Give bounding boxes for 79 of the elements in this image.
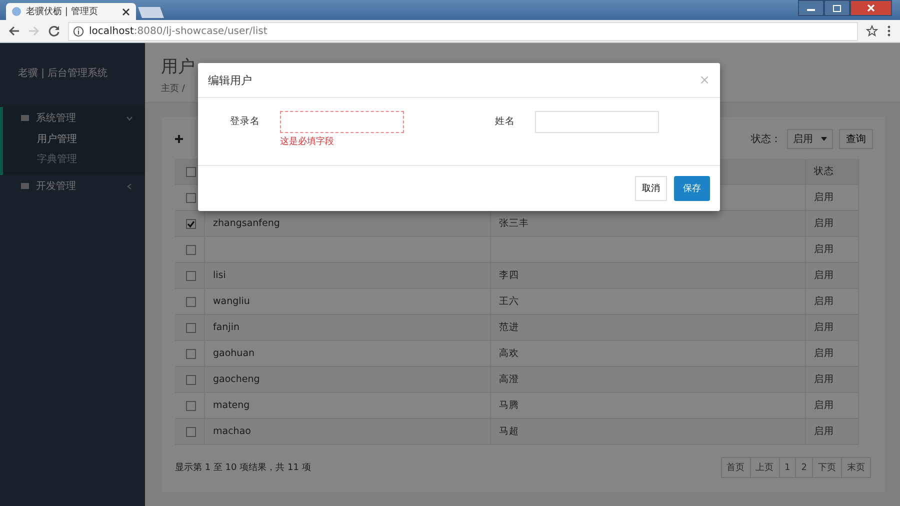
cancel-button[interactable]: 取消 [635,176,667,201]
table-cell: 高欢 [499,347,519,360]
query-button[interactable]: 查询 [839,129,873,149]
page-link[interactable]: 首页 [720,457,751,478]
error-message: 这是必填字段 [280,136,335,148]
menu-icon[interactable] [886,25,892,37]
table-cell: 王六 [499,295,519,308]
field-label: 姓名 [494,115,516,129]
globe-icon [12,7,21,16]
table-cell: 范进 [499,321,519,334]
close-icon[interactable] [122,8,130,16]
table-cell: zhangsanfeng [213,218,280,229]
checkbox[interactable] [186,400,196,410]
table-cell: 启用 [814,217,834,230]
table-cell: 启用 [814,269,834,282]
page-link[interactable]: 下页 [812,457,842,478]
forward-arrow-icon[interactable] [28,25,40,37]
table-cell: fanjin [213,322,240,333]
result-summary: 显示第 1 至 10 项结果，共 11 项 [175,462,311,474]
checkbox[interactable] [186,192,196,202]
new-tab-button[interactable] [138,7,164,18]
table-cell: lisi [213,270,226,281]
checkbox[interactable] [186,296,196,306]
page-link[interactable]: 末页 [841,457,871,478]
dialog-title: 编辑用户 [208,72,252,88]
table-cell: 李四 [499,269,519,282]
plus-icon[interactable] [175,135,183,143]
column-header: 状态 [806,159,859,184]
chevron-icon [126,114,133,122]
checkbox[interactable] [186,348,196,358]
page-link[interactable]: 2 [795,457,813,478]
checkbox[interactable] [186,322,196,332]
table-cell: 高澄 [499,373,519,386]
star-icon[interactable] [866,25,878,37]
menu-item[interactable]: 系统管理 [0,107,145,129]
brand-title: 老骥 | 后台管理系统 [17,66,109,81]
table-cell: mateng [213,400,250,411]
table-cell: 启用 [814,295,834,308]
table-cell: wangliu [213,296,250,307]
caret-icon [821,137,827,141]
table-cell: 张三丰 [499,217,529,230]
status-select[interactable]: 启用 [787,129,833,149]
filter-label: 状态： [751,132,781,146]
table-cell: 启用 [814,191,834,204]
input-field[interactable] [280,111,404,133]
table-cell: machao [213,426,251,437]
close-icon[interactable] [850,0,892,16]
table-cell: 启用 [814,321,834,334]
table-cell: gaohuan [213,348,255,359]
checkbox[interactable] [186,374,196,384]
submenu-item[interactable]: 字典管理 [3,149,145,169]
page-title: 用户 [161,56,196,78]
table-cell: 马超 [499,425,519,438]
maximize-icon[interactable] [824,0,850,16]
field-label: 登录名 [229,115,261,129]
reload-icon[interactable] [48,25,60,37]
minimize-icon[interactable] [798,0,824,16]
checkbox[interactable] [186,270,196,280]
checkbox[interactable] [186,166,196,176]
address-field[interactable]: localhost:8080/lj-showcase/user/list [68,22,858,40]
table-cell: 启用 [814,425,834,438]
menu-item[interactable]: 开发管理 [0,175,145,197]
submenu-item[interactable]: 用户管理 [3,129,145,149]
table-cell: 启用 [814,243,834,256]
info-icon [73,26,84,36]
save-button[interactable]: 保存 [674,176,710,201]
breadcrumb: 主页 / [161,82,186,95]
table-cell: 启用 [814,347,834,360]
checkbox[interactable] [186,426,196,436]
page-link[interactable]: 上页 [750,457,780,478]
back-arrow-icon[interactable] [8,25,20,37]
table-cell: 启用 [814,373,834,386]
table-cell: gaocheng [213,374,260,385]
table-cell: 启用 [814,399,834,412]
checkbox[interactable] [186,218,196,228]
chevron-icon [126,182,133,190]
table-cell: 马腾 [499,399,519,412]
checkbox[interactable] [186,244,196,254]
browser-tab[interactable]: 老骥伏枥 | 管理页 [6,3,136,20]
